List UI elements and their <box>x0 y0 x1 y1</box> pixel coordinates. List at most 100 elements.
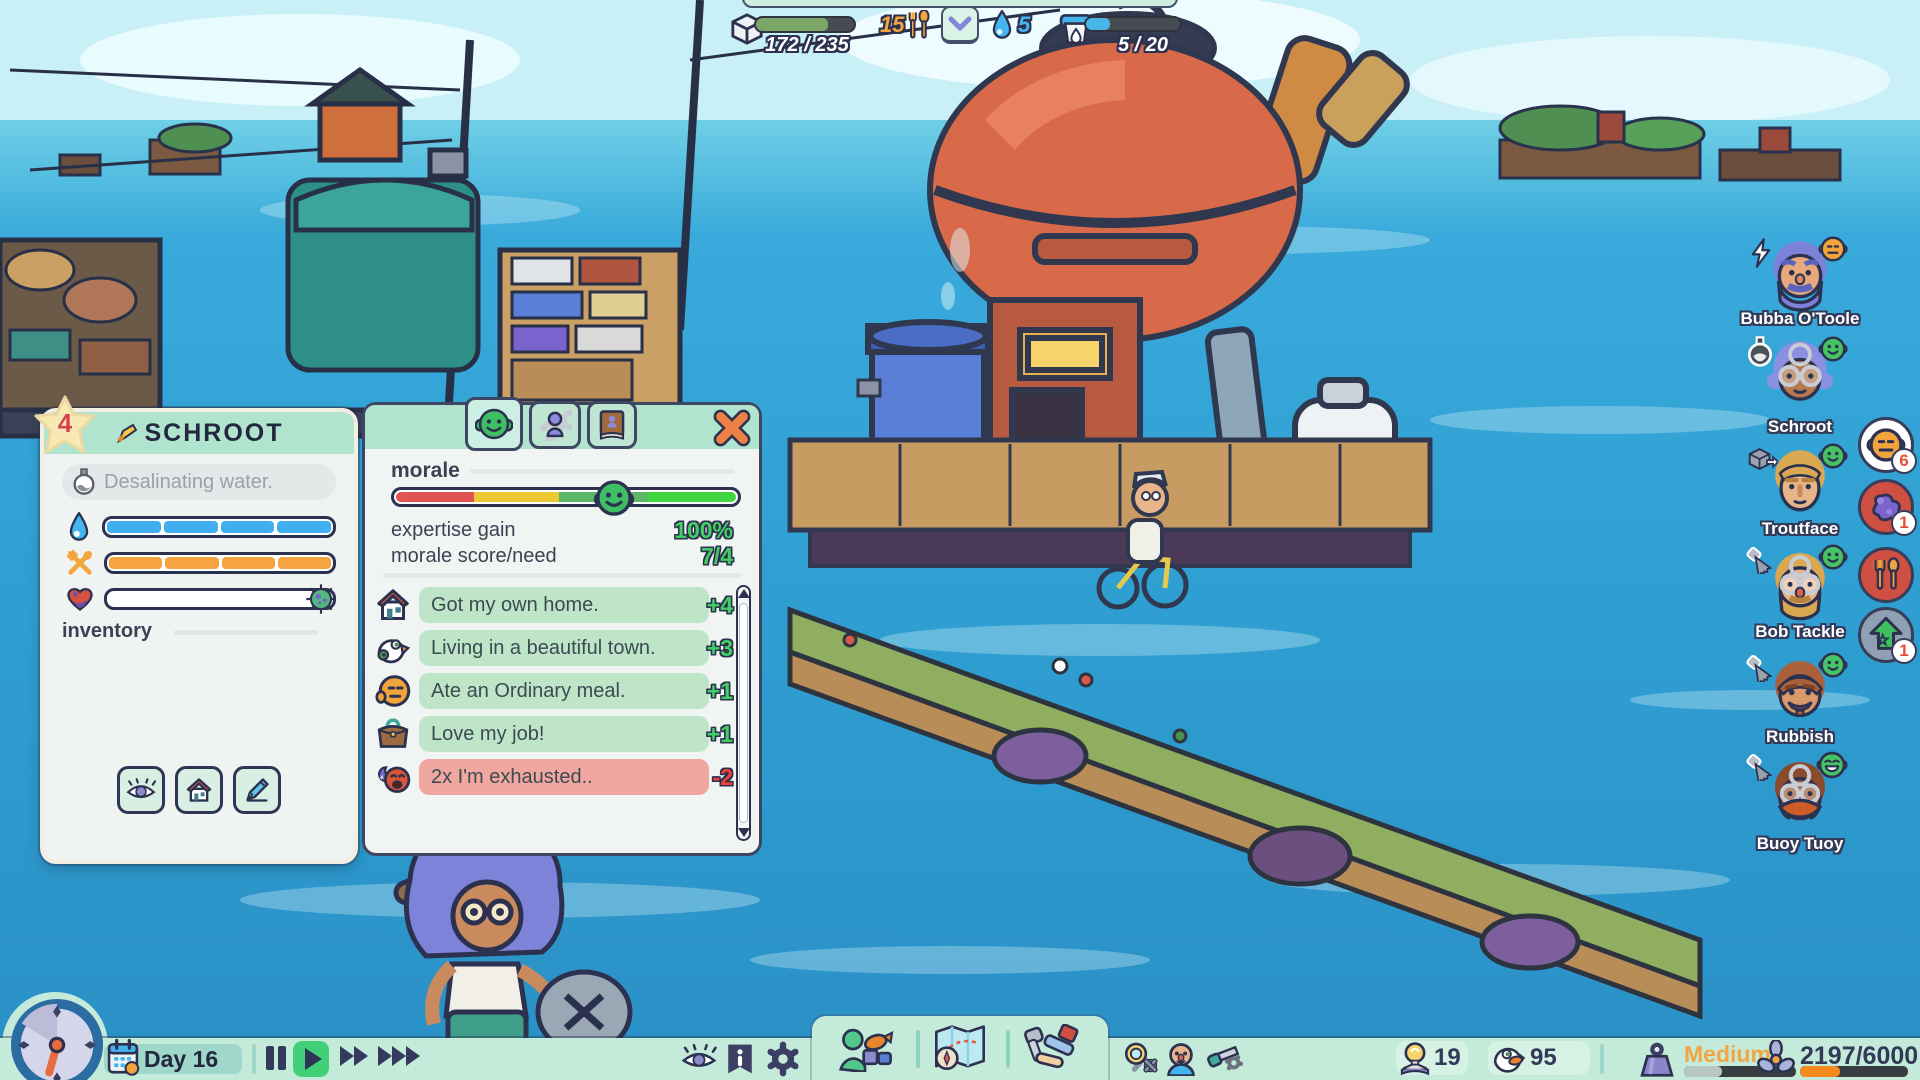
villager-list-button[interactable] <box>1163 1042 1199 1076</box>
roster-entry-bob-tackle[interactable] <box>1760 548 1840 624</box>
roster-entry-troutface[interactable] <box>1760 447 1840 523</box>
tab-job[interactable] <box>529 401 581 449</box>
follow-button[interactable] <box>117 766 165 814</box>
mood-neutral-icon <box>1818 234 1848 264</box>
activity-status: Desalinating water. <box>62 464 336 500</box>
info-button[interactable] <box>724 1042 756 1076</box>
play-button[interactable] <box>293 1041 329 1077</box>
settings-button[interactable] <box>764 1040 802 1078</box>
eye-icon <box>126 778 156 802</box>
modifier-value: +4 <box>707 592 733 619</box>
seagull-count: 95 <box>1530 1044 1557 1072</box>
mood-laughing-icon <box>1816 749 1848 781</box>
water-drop-icon <box>66 512 92 542</box>
modifier-scrollbar[interactable] <box>736 585 751 841</box>
storage-bar <box>1800 1066 1908 1077</box>
notification-dirt[interactable]: 1 <box>1858 479 1914 535</box>
modifier-value: +3 <box>707 635 733 662</box>
clock-icon[interactable] <box>10 998 104 1080</box>
morale-score-row: morale score/need 7/4 <box>391 543 733 570</box>
roster-entry-bubba[interactable] <box>1760 238 1840 314</box>
food-stat-row <box>66 550 336 576</box>
meal-face-icon <box>375 673 411 709</box>
seagull-counter[interactable]: 95 <box>1488 1041 1590 1075</box>
water-storage-bar <box>1084 16 1182 32</box>
map-icon <box>930 1024 990 1074</box>
worker-wrench-icon <box>538 409 572 441</box>
map-button[interactable] <box>930 1024 990 1074</box>
notification-badge: 1 <box>1891 638 1917 664</box>
lightbulb-book-icon <box>1398 1041 1432 1075</box>
food-utensils-icon <box>66 549 94 577</box>
close-button[interactable] <box>713 409 751 447</box>
fast-forward-icon <box>340 1046 354 1066</box>
scrollbar-thumb[interactable] <box>739 603 748 823</box>
notification-mood[interactable]: 6 <box>1858 417 1914 473</box>
rename-button[interactable] <box>233 766 281 814</box>
morale-slider <box>391 487 741 507</box>
villagers-icon <box>834 1026 896 1072</box>
scroll-down-icon[interactable] <box>738 828 750 837</box>
collapse-top-bar-button[interactable] <box>941 6 979 44</box>
hydration-stat-row <box>66 514 336 540</box>
research-button[interactable] <box>1120 1042 1160 1076</box>
expertise-label: expertise gain <box>391 519 516 542</box>
roster-entry-buoy-tuoy[interactable] <box>1760 757 1840 837</box>
home-icon <box>375 587 411 623</box>
scroll-up-icon[interactable] <box>738 589 750 598</box>
propeller-icon <box>1756 1040 1796 1078</box>
people-icon <box>1163 1042 1199 1076</box>
ideas-count: 19 <box>1434 1044 1461 1072</box>
character-name: SCHROOT <box>145 419 284 448</box>
fast-forward-button[interactable] <box>340 1046 368 1066</box>
roster-name: Buoy Tuoy <box>1730 835 1870 853</box>
fastest-forward-icon <box>378 1046 392 1066</box>
storage-fill <box>1800 1066 1840 1077</box>
day-display[interactable]: Day 16 <box>104 1044 242 1074</box>
chevron-down-icon <box>948 16 972 32</box>
divider <box>916 1030 920 1068</box>
pause-button[interactable] <box>266 1046 286 1070</box>
exhausted-face-icon <box>375 759 411 795</box>
health-stat-row <box>66 586 336 612</box>
morale-label: morale <box>391 459 460 483</box>
roster-entry-schroot[interactable] <box>1760 338 1840 414</box>
expertise-value: 100% <box>674 517 733 544</box>
notification-level-up[interactable]: 1 <box>1858 607 1914 663</box>
book-icon <box>597 409 627 441</box>
saw-icon <box>1746 751 1776 781</box>
modifier-text: Ate an Ordinary meal. <box>431 680 626 703</box>
roster-entry-rubbish[interactable] <box>1760 656 1840 732</box>
mood-happy-icon <box>1818 650 1848 680</box>
notification-hunger[interactable] <box>1858 547 1914 603</box>
fast-forward-icon <box>354 1046 368 1066</box>
crafting-button[interactable] <box>1206 1042 1246 1076</box>
calendar-icon <box>106 1038 140 1076</box>
construction-button[interactable] <box>1020 1024 1082 1074</box>
modifier-value: -2 <box>713 764 733 791</box>
pencil-icon <box>243 776 271 804</box>
water-drops-count: 5 <box>1018 12 1030 38</box>
character-level: 4 <box>30 408 100 439</box>
morale-modifier-row: Ate an Ordinary meal. +1 <box>375 673 731 709</box>
ideas-counter[interactable]: 19 <box>1396 1041 1468 1075</box>
mood-happy-icon <box>1818 441 1848 471</box>
fastest-forward-button[interactable] <box>378 1046 420 1066</box>
close-x-icon <box>713 409 751 447</box>
tools-icon <box>1020 1024 1082 1074</box>
home-button[interactable] <box>175 766 223 814</box>
briefcase-icon <box>375 717 411 751</box>
notification-badge: 6 <box>1891 448 1917 474</box>
tab-morale[interactable] <box>465 397 523 451</box>
notification-badge: 1 <box>1891 510 1917 536</box>
villagers-button[interactable] <box>834 1026 896 1072</box>
germ-icon <box>305 583 337 615</box>
tab-log[interactable] <box>587 401 637 449</box>
seagull-icon <box>375 631 411 665</box>
divider <box>1600 1044 1604 1074</box>
morale-modifier-row: 2x I'm exhausted.. -2 <box>375 759 731 795</box>
food-storage-fill <box>756 18 828 31</box>
overview-button[interactable] <box>681 1044 717 1072</box>
morale-knob[interactable] <box>593 477 635 519</box>
section-divider <box>383 573 741 578</box>
